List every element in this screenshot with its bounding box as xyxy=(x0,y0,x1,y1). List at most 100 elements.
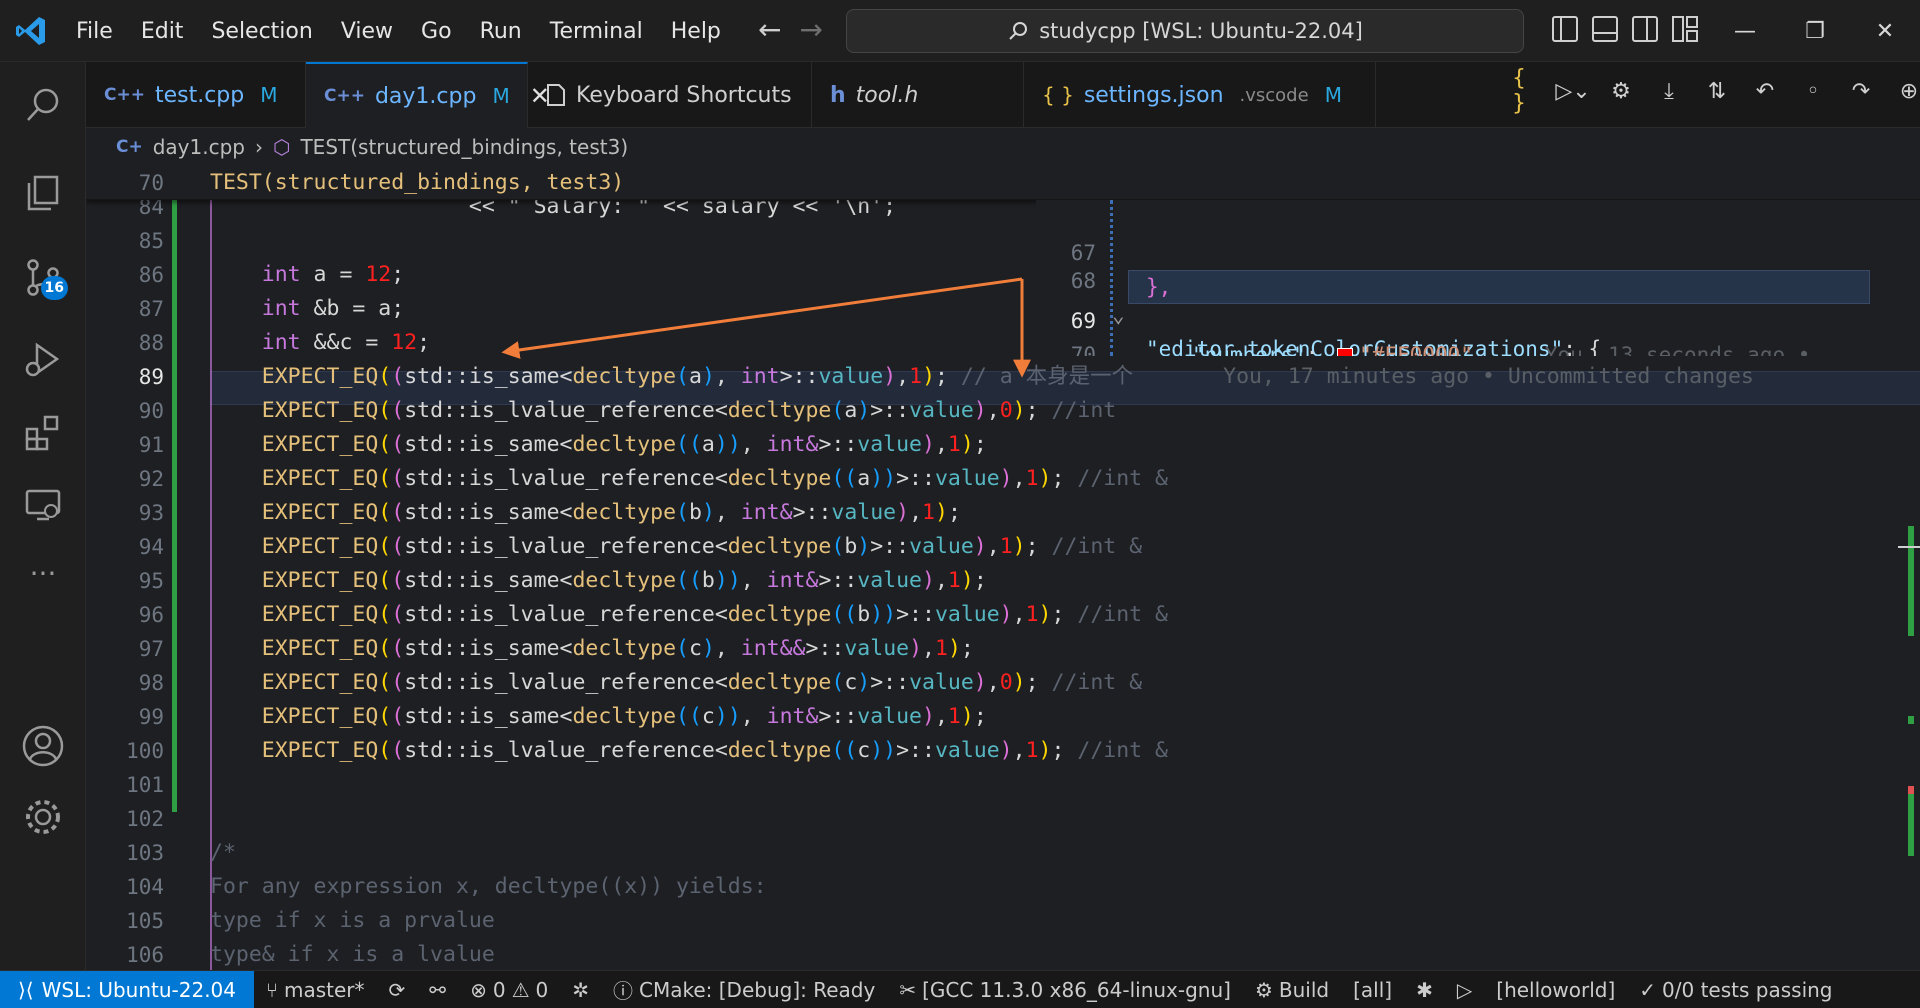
run-and-debug-icon[interactable] xyxy=(18,334,68,384)
command-center[interactable]: studycpp [WSL: Ubuntu-22.04] xyxy=(846,9,1524,53)
close-window-icon[interactable]: ✕ xyxy=(1850,0,1920,62)
code-token: )) xyxy=(714,568,741,593)
customize-layout-icon[interactable] xyxy=(1672,16,1698,42)
explorer-search-icon[interactable] xyxy=(18,80,68,130)
source-control-icon[interactable]: 16 xyxy=(18,252,68,302)
code-token: ; xyxy=(391,262,405,287)
code-token: , xyxy=(934,704,948,729)
problems-indicator[interactable]: ⊗ 0 ⚠ 0 xyxy=(458,978,560,1002)
code-editor[interactable]: 84 << " Salary: " << salary << '\n'; 85 86… xyxy=(86,166,1920,970)
timeline-icon[interactable]: ◦ xyxy=(1800,78,1826,104)
code-token: int xyxy=(740,364,780,389)
code-token: ( xyxy=(378,398,392,423)
menu-run[interactable]: Run xyxy=(466,19,536,44)
symbol-icon: ⬡ xyxy=(273,135,291,159)
build-label: Build xyxy=(1278,977,1330,1002)
code-token: ( xyxy=(391,534,405,559)
cpp-file-icon: C++ xyxy=(324,86,365,106)
settings-gear-icon[interactable] xyxy=(18,792,68,842)
breadcrumb-symbol[interactable]: TEST(structured_bindings, test3) xyxy=(300,135,628,159)
menu-file[interactable]: File xyxy=(62,19,127,44)
code-token: decltype xyxy=(572,432,677,457)
code-line: EXPECT_EQ((std::is_same<decltype((b)), i… xyxy=(210,564,987,598)
tab-day1-cpp[interactable]: C++ day1.cpp M ✕ xyxy=(306,62,550,128)
tab-tool-h[interactable]: h tool.h xyxy=(812,62,1024,128)
build-button[interactable]: ⚙ Build xyxy=(1243,978,1341,1002)
code-token: 1 xyxy=(947,704,961,729)
extensions-icon[interactable] xyxy=(18,408,68,458)
tools-icon: ✂ xyxy=(899,977,917,1002)
code-token: >:: xyxy=(792,500,832,525)
line-number: 85 xyxy=(138,229,164,253)
git-branch[interactable]: ⑂ master* xyxy=(254,978,377,1002)
cpp-file-icon: C++ xyxy=(104,85,145,105)
code-token: ( xyxy=(391,602,405,627)
cmake-kit[interactable]: ✂ [GCC 11.3.0 x86_64-linux-gnu] xyxy=(887,978,1243,1002)
gear-icon[interactable]: ⚙ xyxy=(1608,78,1634,104)
launch-target[interactable]: [helloworld] xyxy=(1484,978,1627,1002)
code-token: c xyxy=(688,636,702,661)
code-token: ; xyxy=(1025,670,1052,695)
explorer-files-icon[interactable] xyxy=(18,168,68,218)
code-token: ( xyxy=(391,364,405,389)
sticky-scroll-header[interactable]: 70 TEST(structured_bindings, test3) xyxy=(86,166,1920,200)
code-line: int a = 12; xyxy=(210,258,404,292)
remote-explorer-icon[interactable] xyxy=(18,480,68,530)
code-token: ) xyxy=(1038,602,1052,627)
test-status[interactable]: ✓ 0/0 tests passing xyxy=(1627,978,1844,1002)
menu-go[interactable]: Go xyxy=(407,19,466,44)
forward-arrow-icon[interactable]: → xyxy=(799,14,822,46)
code-token: &b = a; xyxy=(300,296,405,321)
save-download-icon[interactable]: ⤓ xyxy=(1656,78,1682,104)
git-lens-icon[interactable]: ⊕ xyxy=(1896,78,1920,104)
code-token: EXPECT_EQ xyxy=(210,398,379,423)
settings-json-peek[interactable]: 67 }, 68 ⌄ "editor.tokenColorCustomizati… xyxy=(1036,200,1920,356)
compare-changes-icon[interactable]: ⇅ xyxy=(1704,78,1730,104)
toggle-primary-sidebar-icon[interactable] xyxy=(1552,16,1578,42)
menu-terminal[interactable]: Terminal xyxy=(536,19,657,44)
code-token: ; xyxy=(1051,466,1078,491)
build-target[interactable]: [all] xyxy=(1341,978,1404,1002)
code-token: decltype xyxy=(727,738,832,763)
tab-keyboard-shortcuts[interactable]: Keyboard Shortcuts xyxy=(528,62,812,128)
toggle-panel-icon[interactable] xyxy=(1592,16,1618,42)
json-settings-icon[interactable]: { } xyxy=(1512,66,1538,116)
tab-settings-json[interactable]: { } settings.json .vscode M xyxy=(1024,62,1376,128)
breadcrumb-file[interactable]: day1.cpp xyxy=(153,135,245,159)
back-arrow-icon[interactable]: ← xyxy=(758,14,781,46)
tab-test-cpp[interactable]: C++ test.cpp M xyxy=(86,62,306,128)
minimize-icon[interactable]: — xyxy=(1710,0,1780,62)
menu-selection[interactable]: Selection xyxy=(197,19,326,44)
next-change-icon[interactable]: ↷ xyxy=(1848,78,1874,104)
code-token: ) xyxy=(922,568,935,593)
code-token: , xyxy=(1012,602,1026,627)
code-token: ; xyxy=(973,568,987,593)
menu-help[interactable]: Help xyxy=(657,19,735,44)
code-token: std::is_same< xyxy=(404,704,573,729)
restore-icon[interactable]: ❐ xyxy=(1780,0,1850,62)
menu-view[interactable]: View xyxy=(327,19,407,44)
remote-indicator[interactable]: ⟩⟨ WSL: Ubuntu-22.04 xyxy=(0,970,254,1008)
menu-edit[interactable]: Edit xyxy=(127,19,198,44)
cmake-status[interactable]: ⓘ CMake: [Debug]: Ready xyxy=(601,975,887,1004)
sync-icon[interactable]: ⟳ xyxy=(377,978,418,1002)
code-token: ( xyxy=(831,670,845,695)
code-token: (( xyxy=(831,738,858,763)
launch-play-icon[interactable]: ▷ xyxy=(1445,978,1484,1002)
previous-change-icon[interactable]: ↶ xyxy=(1752,78,1778,104)
code-token: ( xyxy=(378,568,392,593)
code-token: ; xyxy=(1025,534,1052,559)
run-debug-icon[interactable]: ▷⌄ xyxy=(1555,78,1590,104)
code-token: ) xyxy=(960,432,974,457)
debug-bug-icon[interactable]: ✲ xyxy=(560,978,601,1002)
line-number: 101 xyxy=(126,773,164,797)
more-actions-icon[interactable]: ··· xyxy=(18,548,68,598)
debug-icon[interactable]: ✱ xyxy=(1404,978,1445,1002)
code-token: ( xyxy=(378,500,392,525)
code-token: decltype xyxy=(727,466,832,491)
git-graph-icon[interactable]: ⚯ xyxy=(417,978,458,1002)
code-token: ( xyxy=(831,398,845,423)
code-token: , xyxy=(934,432,948,457)
toggle-secondary-sidebar-icon[interactable] xyxy=(1632,16,1658,42)
accounts-icon[interactable] xyxy=(18,721,68,771)
